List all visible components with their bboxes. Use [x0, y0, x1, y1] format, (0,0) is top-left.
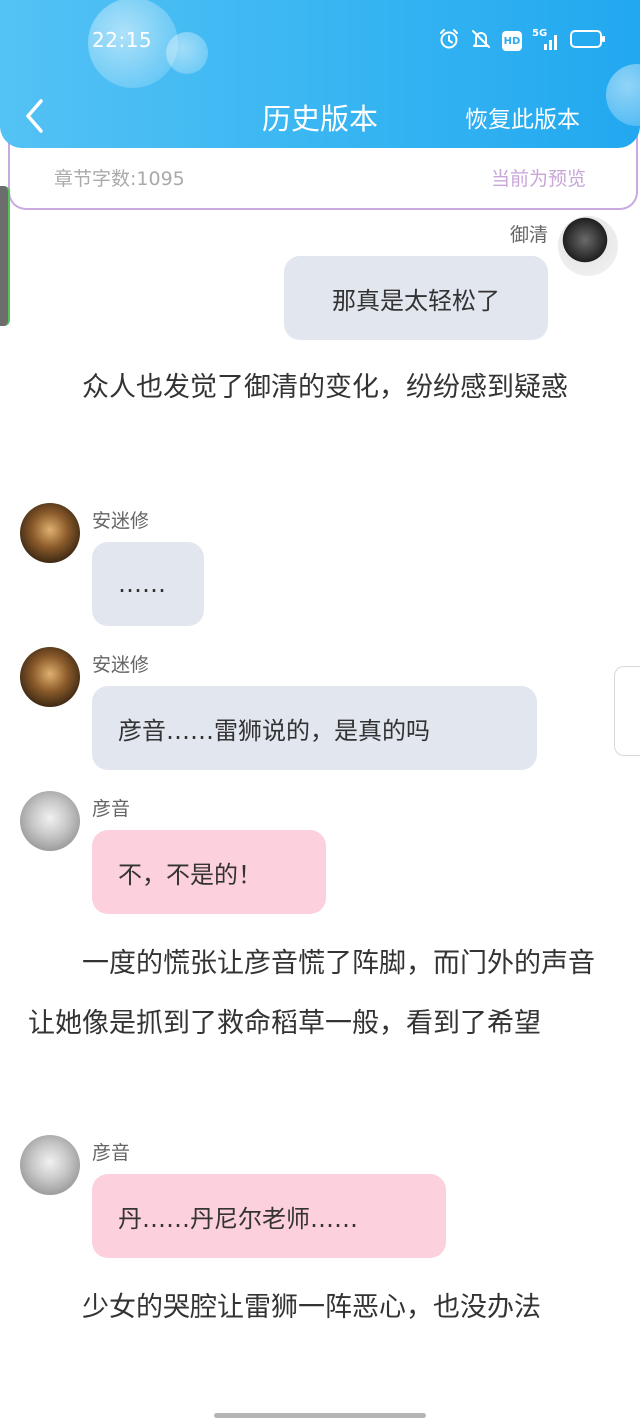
right-edge-handle[interactable]: [614, 666, 640, 756]
app-header: 22:15 HD 5G 历史版本 恢复此版本: [0, 0, 640, 148]
home-indicator[interactable]: [214, 1413, 426, 1418]
avatar[interactable]: [20, 503, 80, 563]
message-bubble[interactable]: 那真是太轻松了: [284, 256, 548, 340]
narration-text: 一度的慌张让彦音慌了阵脚，而门外的声音让她像是抓到了救命稻草一般，看到了希望: [28, 948, 595, 1039]
decor-bubble: [606, 64, 640, 126]
speaker-name: 彦音: [92, 798, 131, 820]
status-icons: HD 5G: [438, 28, 606, 54]
hd-label: HD: [503, 35, 521, 47]
message-bubble[interactable]: ……: [92, 542, 204, 626]
narration-text: 少女的哭腔让雷狮一阵恶心，也没办法: [82, 1292, 541, 1323]
preview-status: 当前为预览: [490, 168, 586, 190]
avatar[interactable]: [558, 216, 618, 276]
chapter-word-count: 章节字数:1095: [54, 168, 185, 190]
avatar[interactable]: [20, 647, 80, 707]
battery-icon: [570, 29, 606, 53]
avatar[interactable]: [20, 791, 80, 851]
chevron-left-icon: [26, 99, 43, 133]
message-bubble[interactable]: 不，不是的！: [92, 830, 326, 914]
decor-bubble: [166, 32, 208, 74]
speaker-name: 御清: [509, 224, 548, 246]
5g-signal-icon: 5G: [532, 28, 560, 52]
mute-bell-icon: [470, 28, 492, 54]
alarm-icon: [438, 28, 460, 54]
left-edge-handle[interactable]: [0, 186, 10, 326]
narration-text: 众人也发觉了御清的变化，纷纷感到疑惑: [82, 372, 568, 403]
message-bubble[interactable]: 丹……丹尼尔老师……: [92, 1174, 446, 1258]
back-button[interactable]: [20, 96, 52, 136]
message-bubble[interactable]: 彦音……雷狮说的，是真的吗: [92, 686, 537, 770]
speaker-name: 彦音: [92, 1142, 131, 1164]
speaker-name: 安迷修: [92, 654, 150, 676]
speaker-name: 安迷修: [92, 510, 150, 532]
hd-icon: HD: [502, 31, 522, 51]
restore-version-button[interactable]: 恢复此版本: [465, 100, 580, 134]
status-time: 22:15: [92, 28, 153, 52]
avatar[interactable]: [20, 1135, 80, 1195]
